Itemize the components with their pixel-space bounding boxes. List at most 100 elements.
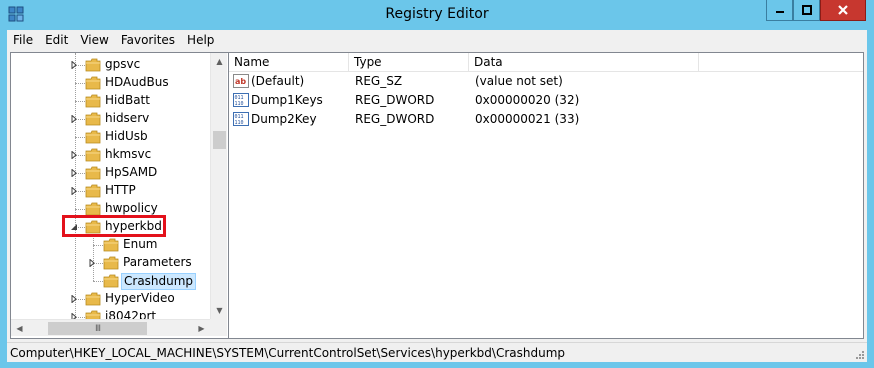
value-name-cell: Dump1Keys <box>251 93 323 107</box>
tree-node-label[interactable]: HDAudBus <box>103 75 171 90</box>
window-title: Registry Editor <box>385 6 489 22</box>
tree-horizontal-scrollbar[interactable]: ◀ III ▶ <box>11 319 210 336</box>
value-name-cell: Dump2Key <box>251 112 317 126</box>
value-row[interactable]: 011 110 Dump2Key REG_DWORD 0x00000021 (33) <box>229 110 863 129</box>
scroll-down-arrow-icon[interactable]: ▼ <box>211 302 228 319</box>
value-name-cell: (Default) <box>251 74 305 88</box>
scroll-left-arrow-icon[interactable]: ◀ <box>11 320 28 337</box>
svg-text:110: 110 <box>235 120 244 126</box>
tree-node-parameters[interactable]: Parameters <box>11 254 208 272</box>
tree-connector-line <box>75 209 85 210</box>
scroll-up-arrow-icon[interactable]: ▲ <box>211 53 228 70</box>
collapse-arrow-icon[interactable] <box>70 223 78 231</box>
maximize-button[interactable] <box>793 0 820 21</box>
tree-node-label[interactable]: HpSAMD <box>103 165 159 180</box>
folder-icon <box>85 220 101 234</box>
close-button[interactable] <box>820 0 866 21</box>
folder-icon <box>85 292 101 306</box>
expand-arrow-icon[interactable] <box>70 169 78 177</box>
tree-connector-line <box>75 101 85 102</box>
resize-grip-icon[interactable] <box>855 350 865 360</box>
tree-node-hypervideo[interactable]: HyperVideo <box>11 290 208 308</box>
tree-node-hyperkbd[interactable]: hyperkbd <box>11 218 208 236</box>
tree-node-hdaudbus[interactable]: HDAudBus <box>11 74 208 92</box>
tree-node-label[interactable]: hkmsvc <box>103 147 153 162</box>
value-row[interactable]: ab (Default) REG_SZ (value not set) <box>229 72 863 91</box>
tree-node-enum[interactable]: Enum <box>11 236 208 254</box>
expand-arrow-icon[interactable] <box>70 151 78 159</box>
tree-node-label[interactable]: HidUsb <box>103 129 150 144</box>
folder-icon <box>85 58 101 72</box>
tree-node-hidserv[interactable]: hidserv <box>11 110 208 128</box>
status-bar: Computer\HKEY_LOCAL_MACHINE\SYSTEM\Curre… <box>7 342 867 362</box>
tree-node-label[interactable]: HidBatt <box>103 93 152 108</box>
column-header-data[interactable]: Data <box>469 53 699 72</box>
value-type-cell: REG_DWORD <box>355 112 435 126</box>
value-data-cell: 0x00000021 (33) <box>475 112 580 126</box>
folder-icon <box>103 256 119 270</box>
string-value-icon: ab <box>233 74 249 88</box>
tree-node-label[interactable]: hwpolicy <box>103 201 160 216</box>
folder-icon <box>85 94 101 108</box>
value-data-cell: 0x00000020 (32) <box>475 93 580 107</box>
svg-text:ab: ab <box>235 77 246 86</box>
key-tree-pane[interactable]: gpsvc HDAudBus HidBatt hidserv HidUsb hkmsvc H… <box>10 52 231 339</box>
tree-node-label[interactable]: HTTP <box>103 183 138 198</box>
dword-value-icon: 011110 <box>233 112 249 126</box>
folder-icon <box>85 166 101 180</box>
scroll-right-arrow-icon[interactable]: ▶ <box>193 320 210 337</box>
menu-help[interactable]: Help <box>181 33 220 47</box>
value-type-cell: REG_DWORD <box>355 93 435 107</box>
expand-arrow-icon[interactable] <box>70 295 78 303</box>
menu-favorites[interactable]: Favorites <box>115 33 181 47</box>
tree-node-hidbatt[interactable]: HidBatt <box>11 92 208 110</box>
tree-node-hpsamd[interactable]: HpSAMD <box>11 164 208 182</box>
expand-arrow-icon[interactable] <box>88 259 96 267</box>
tree-connector-line <box>93 245 103 246</box>
horizontal-scroll-thumb[interactable]: III <box>48 322 147 335</box>
tree-node-label[interactable]: hyperkbd <box>103 219 164 234</box>
svg-text:110: 110 <box>235 101 244 107</box>
expand-arrow-icon[interactable] <box>70 115 78 123</box>
tree-vertical-scrollbar[interactable]: ▲ ▼ <box>210 53 227 319</box>
value-data-cell: (value not set) <box>475 74 563 88</box>
menu-edit[interactable]: Edit <box>39 33 74 47</box>
column-header-type[interactable]: Type <box>349 53 469 72</box>
value-row[interactable]: 011 110 Dump1Keys REG_DWORD 0x00000020 (32) <box>229 91 863 110</box>
expand-arrow-icon[interactable] <box>70 61 78 69</box>
minimize-button[interactable] <box>766 0 793 21</box>
tree-node-crashdump[interactable]: Crashdump <box>11 272 208 290</box>
tree-node-label[interactable]: hidserv <box>103 111 151 126</box>
list-header: Name Type Data <box>229 53 863 72</box>
minimize-icon <box>775 11 784 13</box>
tree-node-label[interactable]: HyperVideo <box>103 291 177 306</box>
tree-node-label[interactable]: Crashdump <box>121 273 197 290</box>
values-list-pane[interactable]: Name Type Data ab (Default) REG_SZ (value n… <box>228 52 864 339</box>
folder-icon <box>103 274 119 288</box>
folder-icon <box>85 184 101 198</box>
folder-icon <box>85 148 101 162</box>
value-type-cell: REG_SZ <box>355 74 403 88</box>
tree-node-label[interactable]: Parameters <box>121 255 194 270</box>
maximize-icon <box>801 5 812 15</box>
current-key-path: Computer\HKEY_LOCAL_MACHINE\SYSTEM\Curre… <box>10 346 566 360</box>
tree-node-hwpolicy[interactable]: hwpolicy <box>11 200 208 218</box>
vertical-scroll-thumb[interactable] <box>213 131 226 149</box>
tree-node-label[interactable]: Enum <box>121 237 159 252</box>
column-header-name[interactable]: Name <box>229 53 349 72</box>
folder-icon <box>85 112 101 126</box>
folder-icon <box>85 202 101 216</box>
tree-node-http[interactable]: HTTP <box>11 182 208 200</box>
menu-view[interactable]: View <box>74 33 114 47</box>
registry-editor-window: Registry Editor File Edit View Favorites… <box>0 0 874 368</box>
folder-icon <box>85 76 101 90</box>
title-bar[interactable]: Registry Editor <box>0 0 874 30</box>
tree-node-hidusb[interactable]: HidUsb <box>11 128 208 146</box>
tree-node-label[interactable]: gpsvc <box>103 57 142 72</box>
menu-file[interactable]: File <box>7 33 39 47</box>
expand-arrow-icon[interactable] <box>70 187 78 195</box>
menu-bar: File Edit View Favorites Help <box>7 30 867 49</box>
tree-node-hkmsvc[interactable]: hkmsvc <box>11 146 208 164</box>
tree-connector-line <box>75 137 85 138</box>
tree-node-gpsvc[interactable]: gpsvc <box>11 56 208 74</box>
